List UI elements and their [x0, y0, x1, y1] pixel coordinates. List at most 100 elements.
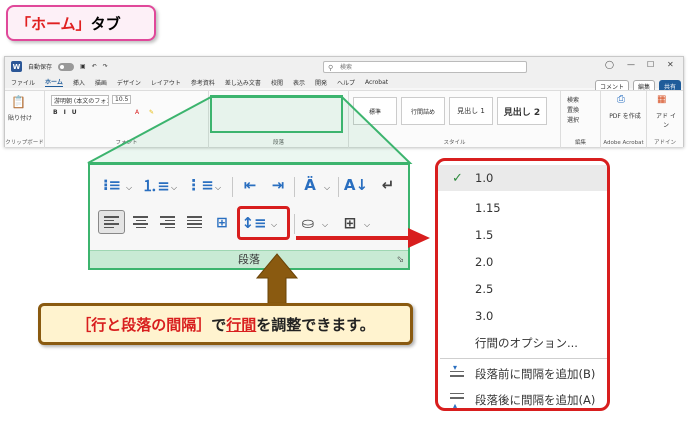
align-center-icon[interactable]	[133, 216, 148, 228]
clipboard-label: クリップボード	[5, 140, 44, 146]
ribbon-groups: 📋 貼り付け クリップボード 游明朝 (本文のフォント 10.5 BIU A ✎…	[5, 90, 683, 148]
bullets-icon[interactable]: ⁝≡	[102, 175, 122, 195]
minimize-icon[interactable]: —	[627, 60, 635, 69]
tab-design[interactable]: デザイン	[117, 78, 141, 87]
select-button[interactable]: 選択	[567, 115, 579, 124]
paste-label[interactable]: 貼り付け	[8, 113, 32, 122]
option-label: 段落後に間隔を追加(A)	[475, 393, 596, 407]
maximize-icon[interactable]: ☐	[647, 60, 654, 69]
tab-draw[interactable]: 描画	[95, 78, 107, 87]
font-format-icons[interactable]: BIU	[53, 109, 83, 116]
option-label: 3.0	[475, 309, 494, 323]
search-input[interactable]: ⚲ 検索	[323, 61, 527, 73]
replace-button[interactable]: 置換	[567, 105, 579, 114]
red-arrow-head	[408, 228, 430, 248]
tab-help[interactable]: ヘルプ	[337, 78, 355, 87]
separator	[338, 177, 339, 197]
borders-dropdown-icon[interactable]: ⌵	[364, 220, 370, 230]
autosave-toggle[interactable]	[58, 62, 75, 71]
numbering-icon[interactable]: ⒈≡	[142, 175, 170, 195]
line-spacing-options[interactable]: 行間のオプション...	[438, 330, 607, 356]
paragraph-panel-footer: 段落	[90, 250, 408, 268]
redo-icon[interactable]: ↷	[103, 63, 108, 70]
font-name-select[interactable]: 游明朝 (本文のフォント	[51, 95, 109, 106]
tab-view[interactable]: 表示	[293, 78, 305, 87]
menu-option-1-5[interactable]: 1.5	[438, 222, 607, 248]
tab-home[interactable]: ホーム	[45, 77, 63, 87]
style-no-spacing[interactable]: 行間詰め	[401, 97, 445, 125]
paste-icon[interactable]: 📋	[11, 95, 26, 109]
show-formatting-icon[interactable]: ↵	[378, 175, 398, 195]
tab-insert[interactable]: 挿入	[73, 78, 85, 87]
addin-icon[interactable]: ▦	[657, 94, 666, 105]
text-direction-dropdown-icon[interactable]: ⌵	[324, 183, 330, 193]
word-ribbon: W 自動保存 ▣ ↶ ↷ ⚲ 検索 ◯ — ☐ ✕ ファイル ホーム 挿入 描画…	[4, 56, 684, 148]
style-heading-2[interactable]: 見出し 2	[497, 97, 547, 125]
numbering-dropdown-icon[interactable]: ⌵	[171, 183, 177, 193]
acrobat-group-label: Adobe Acrobat	[603, 140, 644, 146]
acrobat-group: ⎙ PDF を作成 Adobe Acrobat	[601, 91, 647, 148]
menu-option-1-15[interactable]: 1.15	[438, 195, 607, 221]
option-label: 2.5	[475, 282, 494, 296]
tab-review[interactable]: 校閲	[271, 78, 283, 87]
menu-option-2-5[interactable]: 2.5	[438, 276, 607, 302]
title-tab: タブ	[90, 14, 121, 33]
account-icon[interactable]: ◯	[605, 60, 614, 69]
line-spacing-icon[interactable]: ↕≡	[241, 212, 266, 234]
distributed-icon[interactable]: ⊞	[212, 212, 232, 234]
pdf-icon[interactable]: ⎙	[617, 94, 625, 105]
text-direction-icon[interactable]: Ä	[300, 175, 320, 195]
increase-indent-icon[interactable]: ⇥	[268, 175, 288, 195]
option-label: 1.0	[475, 171, 494, 185]
line-spacing-dropdown-icon[interactable]: ⌵	[271, 220, 277, 230]
align-right-icon[interactable]	[160, 216, 175, 228]
dialog-launcher-icon[interactable]: ⬂	[396, 255, 404, 265]
add-space-after[interactable]: ▴ 段落後に間隔を追加(A)	[438, 387, 607, 408]
multilevel-list-icon[interactable]: ⋮≡	[186, 175, 214, 195]
save-icon[interactable]: ▣	[80, 63, 86, 70]
shading-dropdown-icon[interactable]: ⌵	[322, 220, 328, 230]
callout-arrow-icon	[255, 253, 299, 306]
check-icon: ✓	[452, 170, 463, 186]
font-group-label: フォント	[115, 140, 138, 146]
tab-developer[interactable]: 開発	[315, 78, 327, 87]
shading-icon[interactable]: ⛀	[298, 212, 318, 234]
tab-acrobat[interactable]: Acrobat	[365, 79, 388, 86]
style-normal[interactable]: 標準	[353, 97, 397, 125]
menu-option-1-0[interactable]: ✓ 1.0	[438, 165, 607, 191]
tab-layout[interactable]: レイアウト	[151, 78, 181, 87]
add-space-before[interactable]: ▾ 段落前に間隔を追加(B)	[438, 361, 607, 387]
decrease-indent-icon[interactable]: ⇤	[240, 175, 260, 195]
justify-icon[interactable]	[187, 216, 202, 228]
separator	[294, 177, 295, 197]
paragraph-group-label: 段落	[272, 140, 284, 146]
autosave-label: 自動保存	[28, 64, 53, 71]
tab-file[interactable]: ファイル	[11, 78, 35, 87]
create-pdf-button[interactable]: PDF を作成	[606, 111, 644, 120]
find-button[interactable]: 検索	[567, 95, 579, 104]
font-color-icon[interactable]: A	[135, 109, 139, 116]
instruction-note: ［行と段落の間隔］ で 行間 を調整できます。	[38, 303, 413, 345]
tab-references[interactable]: 参考資料	[191, 78, 215, 87]
borders-icon[interactable]: ⊞	[340, 212, 360, 234]
search-icon: ⚲	[328, 64, 334, 72]
styles-group: 標準 行間詰め 見出し 1 見出し 2 スタイル	[349, 91, 561, 148]
highlight-icon[interactable]: ✎	[149, 109, 154, 116]
menu-option-2-0[interactable]: 2.0	[438, 249, 607, 275]
tab-mailings[interactable]: 差し込み文書	[225, 78, 261, 87]
multilevel-dropdown-icon[interactable]: ⌵	[215, 183, 221, 193]
note-part2: で	[211, 315, 227, 334]
sort-icon[interactable]: A↓	[344, 175, 368, 195]
undo-icon[interactable]: ↶	[92, 63, 97, 70]
search-placeholder: 検索	[340, 64, 353, 71]
addin-button[interactable]: アド イン	[654, 111, 678, 129]
font-size-select[interactable]: 10.5	[112, 95, 132, 104]
bullets-dropdown-icon[interactable]: ⌵	[126, 183, 132, 193]
menu-option-3-0[interactable]: 3.0	[438, 303, 607, 329]
title-tag: 「ホーム」 タブ	[6, 5, 156, 41]
option-label: 段落前に間隔を追加(B)	[475, 367, 596, 381]
style-heading-1[interactable]: 見出し 1	[449, 97, 493, 125]
edit-group-label: 編集	[574, 140, 586, 146]
close-icon[interactable]: ✕	[667, 60, 674, 69]
font-group: 游明朝 (本文のフォント 10.5 BIU A ✎ フォント	[45, 91, 209, 148]
